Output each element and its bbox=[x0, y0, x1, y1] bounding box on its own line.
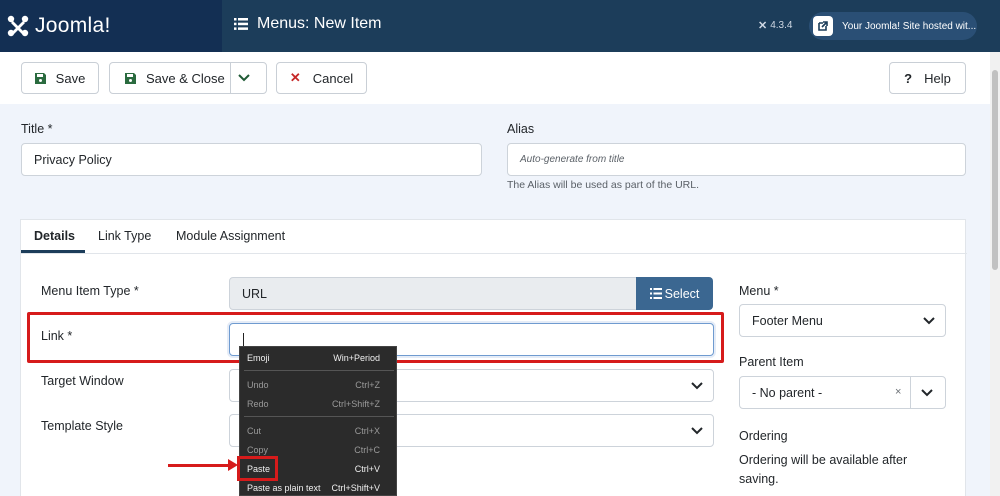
context-menu-item-label: Undo bbox=[247, 380, 269, 390]
joomla-logo[interactable]: Joomla! bbox=[0, 0, 222, 52]
title-input-value: Privacy Policy bbox=[34, 152, 112, 167]
alias-hint: The Alias will be used as part of the UR… bbox=[507, 179, 700, 191]
version-text: 4.3.4 bbox=[770, 20, 793, 31]
menu-select-value: Footer Menu bbox=[752, 313, 823, 328]
template-style-label: Template Style bbox=[41, 419, 123, 433]
save-close-button[interactable]: Save & Close bbox=[125, 71, 225, 86]
context-menu-shortcut: Ctrl+X bbox=[354, 426, 380, 436]
save-icon bbox=[34, 72, 46, 84]
brand-name: Joomla! bbox=[35, 14, 111, 37]
save-icon bbox=[125, 72, 136, 84]
help-button-label: Help bbox=[924, 70, 951, 86]
target-window-label: Target Window bbox=[41, 374, 124, 388]
save-options-dropdown[interactable] bbox=[231, 63, 267, 93]
page-title-text: Menus: New Item bbox=[257, 15, 382, 32]
context-menu-separator bbox=[244, 416, 394, 417]
close-icon: ✕ bbox=[289, 70, 301, 85]
context-menu-shortcut: Ctrl+Shift+Z bbox=[331, 399, 380, 409]
context-menu-shortcut: Ctrl+V bbox=[354, 464, 380, 474]
save-close-button-group: Save & Close bbox=[109, 62, 267, 94]
context-menu-item-undo[interactable]: Undo Ctrl+Z bbox=[240, 376, 398, 394]
parent-item-label: Parent Item bbox=[739, 355, 804, 369]
select-divider bbox=[910, 377, 911, 408]
parent-item-select[interactable]: - No parent - × bbox=[739, 376, 946, 409]
title-label: Title * bbox=[21, 122, 53, 136]
active-tab-indicator bbox=[21, 250, 85, 253]
tab-details[interactable]: Details bbox=[34, 229, 75, 243]
context-menu-item-paste[interactable]: Paste Ctrl+V bbox=[240, 460, 398, 478]
list-icon bbox=[234, 18, 248, 30]
context-menu-shortcut: Ctrl+C bbox=[354, 445, 380, 455]
context-menu-shortcut: Ctrl+Z bbox=[355, 380, 380, 390]
context-menu-item-emoji[interactable]: Emoji Win+Period bbox=[240, 349, 398, 367]
select-button[interactable]: Select bbox=[636, 277, 713, 310]
menu-select[interactable]: Footer Menu bbox=[739, 304, 946, 337]
save-button[interactable]: Save bbox=[21, 62, 99, 94]
chevron-down-icon bbox=[238, 74, 250, 82]
parent-item-value: - No parent - bbox=[752, 385, 823, 400]
context-menu-item-cut[interactable]: Cut Ctrl+X bbox=[240, 422, 398, 440]
list-icon bbox=[649, 288, 662, 299]
context-menu-item-label: Cut bbox=[247, 426, 262, 436]
alias-input[interactable]: Auto-generate from title bbox=[507, 143, 966, 176]
tab-bar: Details Link Type Module Assignment bbox=[21, 220, 967, 254]
alias-placeholder: Auto-generate from title bbox=[520, 154, 625, 165]
link-label: Link * bbox=[41, 329, 73, 343]
alias-label: Alias bbox=[507, 122, 535, 136]
tab-link-type[interactable]: Link Type bbox=[98, 229, 151, 243]
app-header: Joomla! Menus: New Item ✕ 4.3.4 Your Joo… bbox=[0, 0, 1000, 52]
title-input[interactable]: Privacy Policy bbox=[21, 143, 482, 176]
question-icon: ? bbox=[904, 70, 913, 86]
save-close-button-label: Save & Close bbox=[146, 70, 225, 86]
hosted-site-link[interactable]: Your Joomla! Site hosted wit... bbox=[809, 12, 977, 40]
ordering-text: Ordering will be available after saving. bbox=[739, 453, 908, 486]
pointer-arrow-line bbox=[168, 464, 230, 467]
clear-selection-icon[interactable]: × bbox=[895, 386, 901, 398]
context-menu-item-label: Redo bbox=[247, 399, 269, 409]
context-menu-item-redo[interactable]: Redo Ctrl+Shift+Z bbox=[240, 395, 398, 413]
menu-item-type-label: Menu Item Type * bbox=[41, 284, 139, 298]
context-menu-item-label: Emoji bbox=[247, 353, 270, 363]
context-menu-separator bbox=[244, 370, 394, 371]
context-menu-shortcut: Win+Period bbox=[333, 353, 380, 363]
chevron-down-icon bbox=[691, 381, 703, 389]
chevron-down-icon bbox=[921, 389, 933, 397]
external-link-icon bbox=[813, 16, 833, 36]
joomla-small-icon: ✕ bbox=[758, 20, 768, 32]
context-menu-item-paste-plain[interactable]: Paste as plain text Ctrl+Shift+V bbox=[240, 479, 398, 496]
text-caret bbox=[243, 333, 244, 347]
save-button-label: Save bbox=[55, 70, 86, 86]
chevron-down-icon bbox=[691, 426, 703, 434]
menu-item-type-value: URL bbox=[242, 286, 268, 301]
ordering-label: Ordering bbox=[739, 429, 788, 443]
menu-item-type-field: URL bbox=[229, 277, 637, 310]
help-button[interactable]: ? Help bbox=[889, 62, 966, 94]
context-menu-item-label: Paste bbox=[247, 464, 271, 474]
chevron-down-icon bbox=[923, 316, 935, 324]
hosted-site-label: Your Joomla! Site hosted wit... bbox=[842, 20, 977, 32]
select-button-label: Select bbox=[664, 286, 700, 301]
version-badge: ✕ 4.3.4 bbox=[758, 19, 792, 32]
context-menu-item-label: Copy bbox=[247, 445, 269, 455]
context-menu: Emoji Win+Period Undo Ctrl+Z Redo Ctrl+S… bbox=[239, 346, 397, 496]
context-menu-item-copy[interactable]: Copy Ctrl+C bbox=[240, 441, 398, 459]
page-title: Menus: New Item bbox=[234, 15, 381, 33]
context-menu-shortcut: Ctrl+Shift+V bbox=[331, 483, 380, 493]
tab-module-assignment[interactable]: Module Assignment bbox=[176, 229, 285, 243]
cancel-button[interactable]: ✕ Cancel bbox=[276, 62, 367, 94]
scrollbar-thumb[interactable] bbox=[992, 70, 998, 270]
cancel-button-label: Cancel bbox=[312, 70, 354, 86]
toolbar: Save Save & Close ✕ Cancel ? Help bbox=[0, 52, 990, 104]
context-menu-item-label: Paste as plain text bbox=[247, 483, 321, 493]
joomla-logo-icon bbox=[7, 15, 29, 37]
pointer-arrow-icon bbox=[228, 459, 238, 471]
menu-label: Menu * bbox=[739, 284, 779, 298]
